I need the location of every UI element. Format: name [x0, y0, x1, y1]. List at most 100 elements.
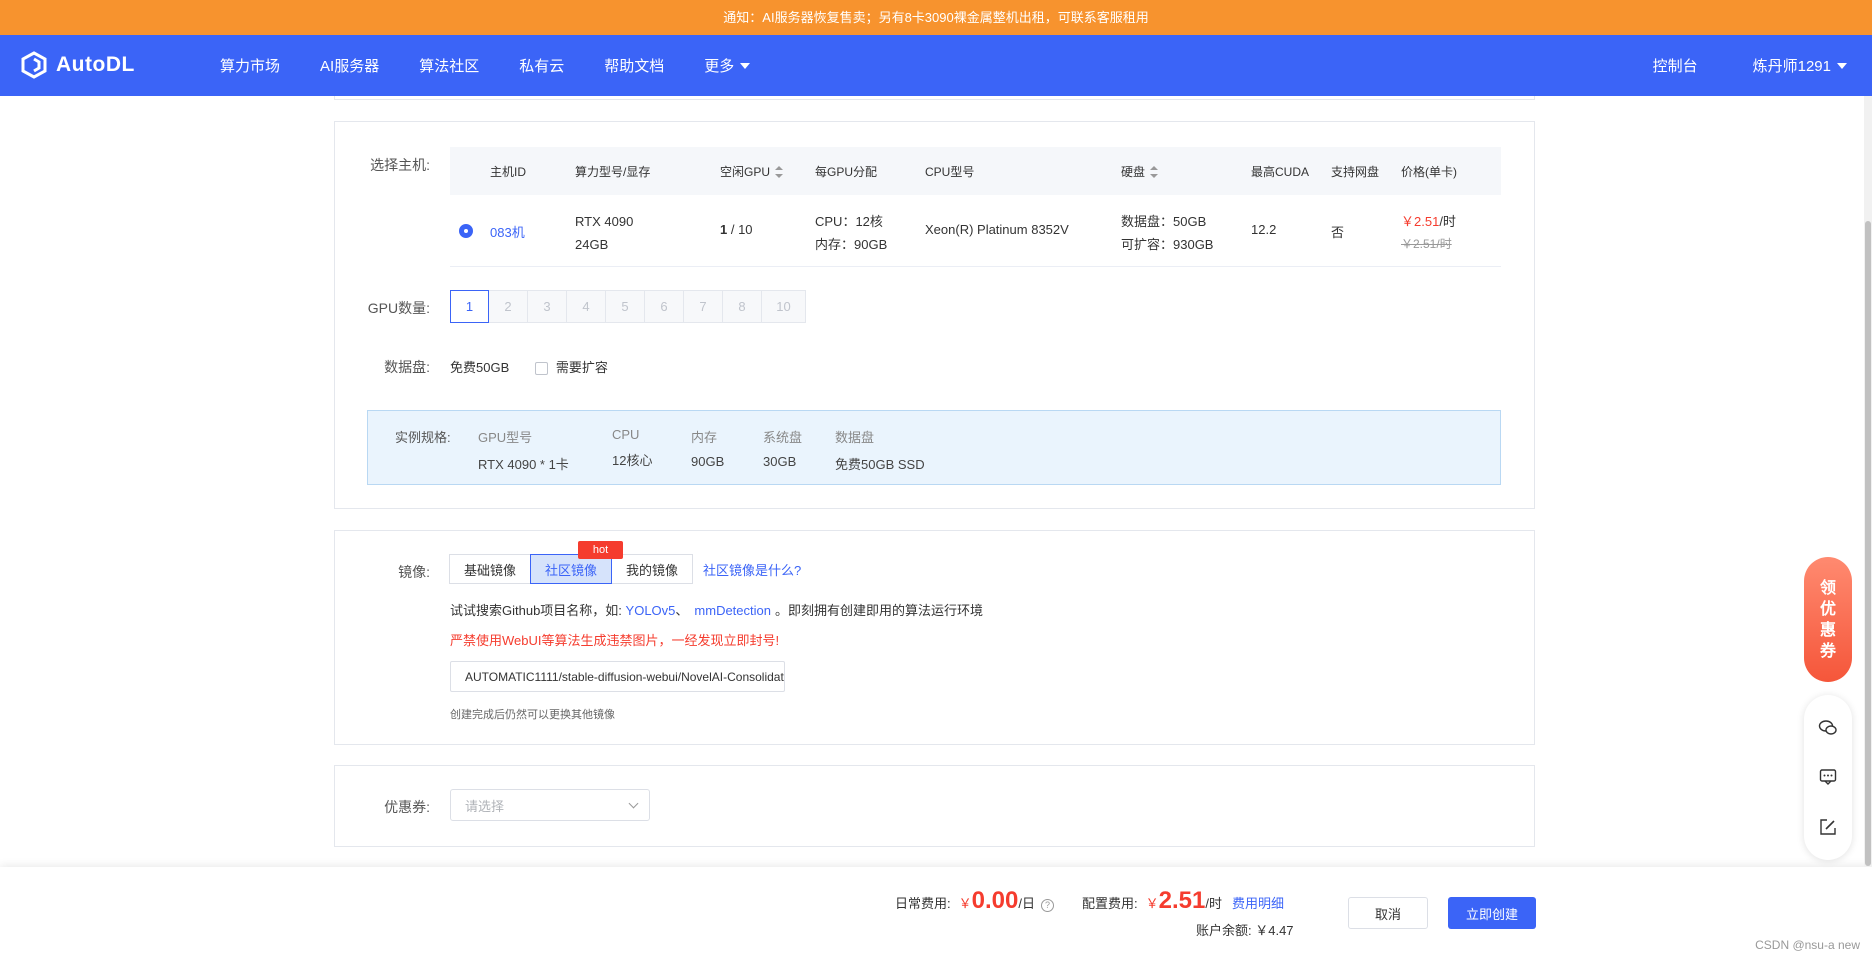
chevron-down-icon	[1837, 62, 1847, 69]
gpu-mem: 24GB	[575, 237, 609, 252]
spec-gpu: GPU型号 RTX 4090 * 1卡	[478, 427, 569, 473]
price-current: ￥2.51/时	[1401, 210, 1456, 233]
coupon-select[interactable]: 请选择	[450, 789, 650, 821]
gpu-count-option-3: 3	[528, 290, 567, 323]
gpu-model: RTX 4090	[575, 214, 634, 229]
spec-sysdisk: 系统盘 30GB	[763, 427, 802, 469]
gpu-count-option-2: 2	[489, 290, 528, 323]
gpu-count-option-8: 8	[723, 290, 762, 323]
disk-cell: 数据盘：50GB 可扩容：930GB	[1121, 210, 1213, 256]
scrollbar-thumb[interactable]	[1865, 221, 1871, 866]
host-radio[interactable]	[459, 224, 473, 238]
th-netdisk: 支持网盘	[1331, 164, 1380, 179]
image-tabs: 基础镜像 社区镜像 我的镜像 社区镜像是什么?	[449, 554, 801, 584]
th-disk-label: 硬盘	[1121, 164, 1146, 179]
logo[interactable]: AutoDL	[20, 48, 135, 82]
tab-base-image[interactable]: 基础镜像	[449, 554, 532, 584]
tip-suffix: 。即刻拥有创建即用的算法运行环境	[774, 603, 983, 618]
data-disk-row: 免费50GB 需要扩容	[450, 357, 608, 376]
price-value: ￥2.51	[1401, 214, 1440, 229]
host-label: 选择主机:	[370, 157, 430, 173]
help-icon[interactable]: ?	[1040, 899, 1054, 912]
nav-item-docs[interactable]: 帮助文档	[604, 55, 664, 76]
nav-item-more[interactable]: 更多	[704, 55, 751, 76]
gpu-count-option-5: 5	[606, 290, 645, 323]
spec-datadisk-v: 免费50GB SSD	[835, 457, 925, 472]
tip-prefix: 试试搜索Github项目名称，如:	[450, 603, 626, 618]
logo-text: AutoDL	[56, 53, 135, 76]
sort-icon	[775, 166, 784, 179]
spec-cpu: CPU 12核心	[612, 427, 652, 469]
cpu-alloc: CPU：12核	[815, 214, 883, 229]
user-menu[interactable]: 炼丹师1291	[1753, 55, 1847, 76]
side-toolbar	[1804, 695, 1852, 860]
th-free-gpu[interactable]: 空闲GPU	[720, 163, 784, 180]
top-nav: AutoDL 算力市场 AI服务器 算法社区 私有云 帮助文档 更多 控制台 炼…	[0, 35, 1872, 96]
message-icon[interactable]	[1818, 767, 1838, 787]
table-row[interactable]: 083机 RTX 4090 24GB 1 / 10 CPU：12核 内存：90G…	[450, 195, 1501, 267]
nav-item-market[interactable]: 算力市场	[220, 55, 280, 76]
config-cost-value: 2.51	[1158, 887, 1206, 914]
coupon-char-4: 券	[1819, 642, 1836, 660]
wechat-icon[interactable]	[1818, 718, 1838, 738]
table-header: 主机ID 算力型号/显存 空闲GPU 每GPU分配 CPU型号 硬盘 最高CUD…	[450, 147, 1501, 195]
host-table: 主机ID 算力型号/显存 空闲GPU 每GPU分配 CPU型号 硬盘 最高CUD…	[450, 147, 1501, 267]
image-warning: 严禁使用WebUI等算法生成违禁图片，一经发现立即封号!	[450, 633, 780, 648]
data-disk-label: 数据盘:	[384, 359, 430, 375]
image-input[interactable]: AUTOMATIC1111/stable-diffusion-webui/Nov…	[450, 661, 785, 692]
image-panel: 镜像: hot 基础镜像 社区镜像 我的镜像 社区镜像是什么? 试试搜索Gith…	[334, 530, 1535, 745]
config-currency: ￥	[1145, 896, 1159, 911]
spec-gpu-h: GPU型号	[478, 430, 533, 445]
autodl-logo-icon	[21, 51, 47, 79]
th-free-gpu-label: 空闲GPU	[720, 164, 771, 179]
cpu-model: Xeon(R) Platinum 8352V	[925, 222, 1069, 237]
th-disk[interactable]: 硬盘	[1121, 163, 1159, 180]
spec-mem: 内存 90GB	[691, 427, 724, 469]
hot-badge: hot	[578, 541, 623, 559]
edit-icon[interactable]	[1818, 817, 1838, 837]
gpu-count-label: GPU数量:	[367, 300, 430, 316]
host-panel: 选择主机: 主机ID 算力型号/显存 空闲GPU 每GPU分配 CPU型号 硬盘…	[334, 121, 1535, 509]
nav-item-ai-server[interactable]: AI服务器	[320, 55, 379, 76]
previous-panel-edge	[334, 96, 1535, 100]
chevron-down-icon	[628, 798, 639, 809]
get-coupon-widget[interactable]: 领 优 惠 券	[1804, 557, 1852, 682]
daily-cost-value: 0.00	[971, 887, 1019, 914]
spec-cpu-h: CPU	[612, 427, 640, 442]
image-tip: 试试搜索Github项目名称，如: YOLOv5、 mmDetection 。即刻拥…	[450, 600, 983, 619]
expand-checkbox[interactable]	[534, 362, 548, 376]
spec-cpu-v: 12核心	[612, 453, 653, 468]
coupon-char-1: 领	[1819, 579, 1836, 597]
create-button[interactable]: 立即创建	[1448, 897, 1536, 929]
page-scrollbar[interactable]	[1864, 96, 1872, 867]
nav-item-private-cloud[interactable]: 私有云	[519, 55, 564, 76]
th-price: 价格(单卡)	[1401, 164, 1457, 179]
tip-sep: 、	[675, 603, 689, 618]
gpu-model-cell: RTX 4090 24GB	[575, 210, 633, 256]
nav-more-label: 更多	[704, 58, 735, 75]
gpu-count-option-10: 10	[762, 290, 806, 323]
cost-detail-link[interactable]: 费用明细	[1232, 893, 1284, 912]
disk-expand: 可扩容：930GB	[1121, 237, 1214, 252]
mmdetection-link[interactable]: mmDetection	[694, 603, 771, 618]
cancel-button[interactable]: 取消	[1348, 897, 1428, 929]
price-cell: ￥2.51/时 ￥2.51/时	[1401, 210, 1456, 256]
expand-label: 需要扩容	[555, 360, 608, 375]
gpu-count-option-1[interactable]: 1	[450, 290, 489, 323]
gpu-count-option-6: 6	[645, 290, 684, 323]
expand-checkbox-wrap[interactable]: 需要扩容	[534, 360, 608, 376]
disk-data: 数据盘：50GB	[1121, 214, 1207, 229]
th-cuda: 最高CUDA	[1251, 164, 1310, 179]
nav-item-community[interactable]: 算法社区	[419, 55, 479, 76]
what-is-community-link[interactable]: 社区镜像是什么?	[703, 554, 801, 584]
data-disk-free: 免费50GB	[450, 360, 510, 375]
coupon-panel: 优惠券: 请选择	[334, 765, 1535, 847]
coupon-char-3: 惠	[1819, 621, 1836, 639]
spec-label: 实例规格:	[395, 430, 451, 445]
spec-sysdisk-h: 系统盘	[763, 430, 803, 445]
tab-my-image[interactable]: 我的镜像	[611, 554, 694, 584]
th-cpu-model: CPU型号	[925, 164, 975, 179]
console-link[interactable]: 控制台	[1653, 55, 1698, 76]
yolov5-link[interactable]: YOLOv5	[626, 603, 676, 618]
host-id[interactable]: 083机	[490, 222, 525, 241]
